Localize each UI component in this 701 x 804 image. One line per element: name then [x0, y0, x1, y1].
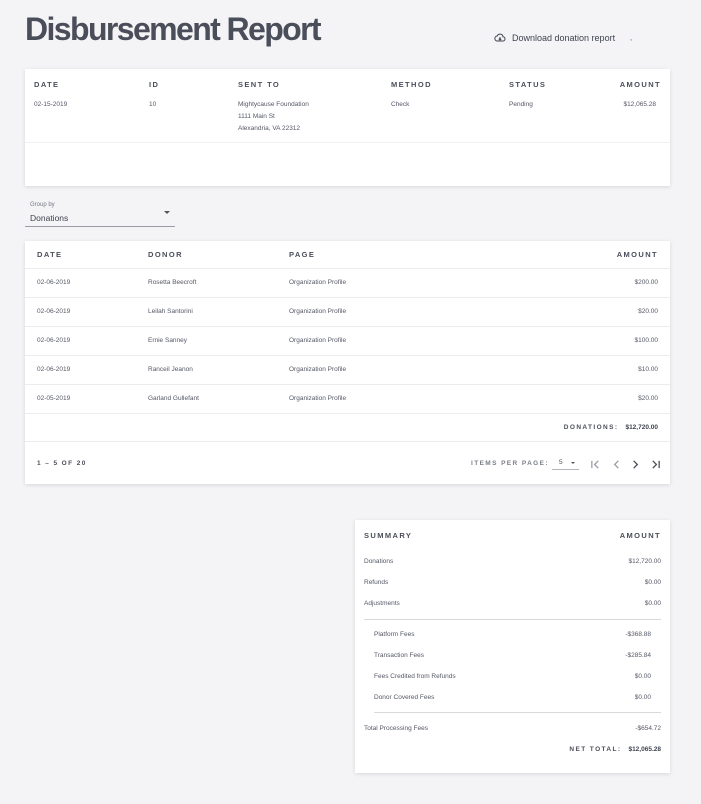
donations-total-value: $12,720.00 — [625, 424, 658, 431]
row-page: Organization Profile — [289, 395, 347, 402]
divider — [25, 268, 670, 269]
fee-label: Donor Covered Fees — [374, 694, 435, 701]
items-per-page-value: 5 — [559, 459, 563, 466]
disb-sent-to-street: 1111 Main St — [238, 113, 275, 120]
row-page: Organization Profile — [289, 366, 347, 373]
row-donor: Garland Gullefant — [148, 395, 199, 402]
group-by-select[interactable]: Group by Donations — [25, 200, 175, 227]
row-amount: $100.00 — [634, 337, 659, 344]
disb-sent-to-name: Mightycause Foundation — [238, 101, 309, 108]
col-method: METHOD — [391, 80, 432, 89]
row-amount: $10.00 — [638, 366, 658, 373]
col-date: DATE — [37, 250, 63, 259]
row-date: 02-06-2019 — [37, 279, 71, 286]
row-page: Organization Profile — [289, 308, 347, 315]
row-donor: Ernie Sanney — [148, 337, 188, 344]
last-page-icon[interactable] — [650, 459, 661, 470]
net-total-label: NET TOTAL: — [569, 746, 622, 753]
disb-amount: $12,065.28 — [623, 101, 656, 108]
summary-amount-header: AMOUNT — [619, 531, 661, 540]
disb-status: Pending — [509, 101, 533, 108]
fee-label: Fees Credited from Refunds — [374, 673, 456, 680]
donations-total-label: DONATIONS: — [563, 424, 619, 431]
row-amount: $20.00 — [638, 395, 658, 402]
divider — [25, 384, 670, 385]
row-date: 02-06-2019 — [37, 366, 71, 373]
summary-value: $12,720.00 — [628, 558, 661, 565]
col-page: PAGE — [289, 250, 316, 259]
col-amount: AMOUNT — [616, 250, 658, 259]
row-donor: Rosetta Beecroft — [148, 279, 197, 286]
first-page-icon[interactable] — [590, 459, 601, 470]
total-processing-value: -$654.72 — [635, 725, 661, 732]
net-total: NET TOTAL: $12,065.28 — [569, 746, 661, 753]
fee-value: -$285.84 — [625, 652, 651, 659]
fee-value: $0.00 — [634, 673, 651, 680]
col-date: DATE — [34, 80, 60, 89]
fee-value: -$368.88 — [625, 631, 651, 638]
row-date: 02-05-2019 — [37, 395, 71, 402]
download-report-button[interactable]: Download donation report — [494, 32, 615, 44]
summary-label: Donations — [364, 558, 394, 565]
divider — [25, 441, 670, 442]
fee-label: Transaction Fees — [374, 652, 424, 659]
col-id: ID — [149, 80, 160, 89]
group-by-value: Donations — [30, 213, 69, 223]
disbursement-card: DATE ID SENT TO METHOD STATUS AMOUNT 02-… — [25, 69, 670, 186]
row-amount: $200.00 — [634, 279, 659, 286]
donations-total: DONATIONS: $12,720.00 — [564, 424, 658, 431]
page-range: 1 – 5 OF 20 — [37, 460, 87, 467]
divider — [25, 326, 670, 327]
row-amount: $20.00 — [638, 308, 658, 315]
row-donor: Ranceil Jeanon — [148, 366, 193, 373]
divider — [364, 619, 661, 620]
summary-card: SUMMARY AMOUNT Donations $12,720.00 Refu… — [355, 520, 670, 773]
divider — [25, 297, 670, 298]
download-report-label: Download donation report — [512, 33, 616, 43]
row-donor: Leilah Santorini — [148, 308, 193, 315]
disb-sent-to-city: Alexandria, VA 22312 — [238, 125, 301, 132]
total-processing-label: Total Processing Fees — [364, 725, 428, 732]
chevron-down-icon — [164, 211, 170, 214]
donations-card: DATE DONOR PAGE AMOUNT 02-06-2019 Rosett… — [25, 241, 670, 484]
cloud-download-icon — [494, 33, 506, 42]
summary-header: SUMMARY — [364, 531, 413, 540]
divider — [25, 142, 670, 143]
stray-mark: , — [630, 33, 633, 42]
divider — [25, 413, 670, 414]
row-date: 02-06-2019 — [37, 337, 71, 344]
chevron-down-icon — [571, 462, 575, 464]
summary-value: $0.00 — [644, 579, 661, 586]
row-page: Organization Profile — [289, 337, 347, 344]
divider — [374, 712, 661, 713]
disb-method: Check — [391, 101, 410, 108]
prev-page-icon[interactable] — [611, 459, 622, 470]
row-date: 02-06-2019 — [37, 308, 71, 315]
group-by-label: Group by — [30, 202, 55, 208]
summary-value: $0.00 — [644, 600, 661, 607]
row-page: Organization Profile — [289, 279, 347, 286]
net-total-value: $12,065.28 — [628, 746, 661, 753]
next-page-icon[interactable] — [630, 459, 641, 470]
divider — [25, 355, 670, 356]
summary-label: Adjustments — [364, 600, 400, 607]
summary-label: Refunds — [364, 579, 389, 586]
fee-value: $0.00 — [634, 694, 651, 701]
col-donor: DONOR — [148, 250, 183, 259]
col-sent-to: SENT TO — [238, 80, 281, 89]
col-status: STATUS — [509, 80, 547, 89]
items-per-page-select[interactable]: 5 — [552, 457, 579, 470]
page-title: Disbursement Report — [25, 11, 322, 47]
disb-id: 10 — [149, 101, 157, 108]
col-amount: AMOUNT — [619, 80, 661, 89]
items-per-page-label: ITEMS PER PAGE: — [471, 460, 549, 467]
disb-date: 02-15-2019 — [34, 101, 68, 108]
fee-label: Platform Fees — [374, 631, 415, 638]
